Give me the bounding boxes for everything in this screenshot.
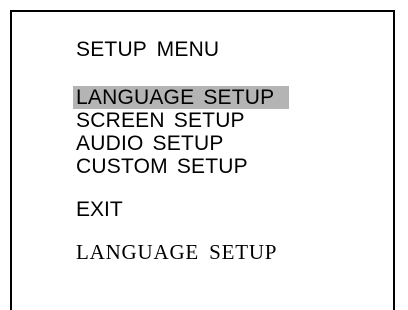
menu-item-custom-setup[interactable]: CUSTOM SETUP [73, 155, 289, 178]
menu-items-list: LANGUAGE SETUP SCREEN SETUP AUDIO SETUP … [73, 86, 289, 178]
menu-item-exit[interactable]: EXIT [76, 198, 123, 222]
menu-item-audio-setup[interactable]: AUDIO SETUP [73, 132, 289, 155]
selected-item-status: LANGUAGE SETUP [76, 240, 278, 264]
menu-item-screen-setup[interactable]: SCREEN SETUP [73, 109, 289, 132]
menu-title: SETUP MENU [76, 38, 220, 61]
menu-item-language-setup[interactable]: LANGUAGE SETUP [73, 86, 289, 109]
